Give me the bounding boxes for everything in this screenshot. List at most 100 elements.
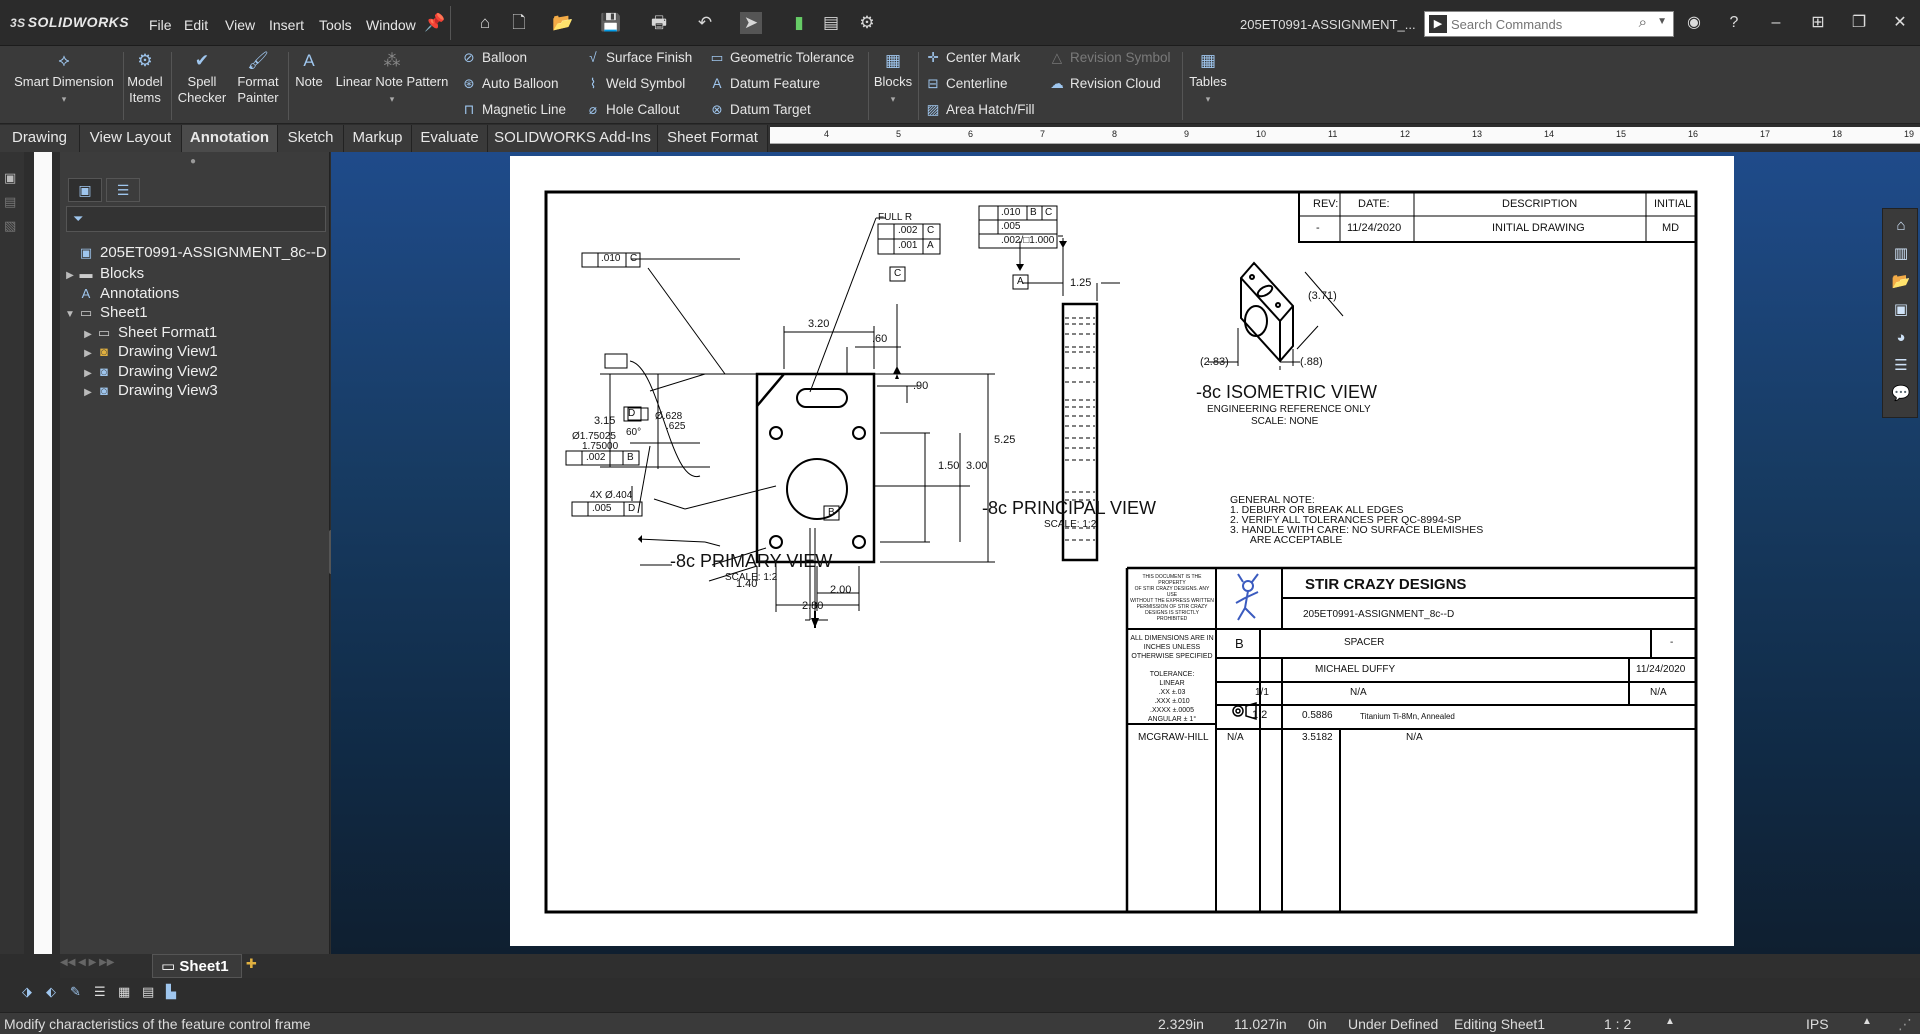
select-arrow-icon[interactable]: ➤	[740, 12, 762, 34]
search-commands-box[interactable]: ▶ ⌕ ▼	[1424, 11, 1674, 37]
dimension-text[interactable]: 3.00	[966, 460, 987, 472]
part-rev[interactable]: -	[1670, 637, 1673, 648]
format-painter-button[interactable]: 🖌 Format Painter	[232, 50, 284, 106]
dimension-text[interactable]: (3.71)	[1308, 290, 1337, 302]
checked-by[interactable]: N/A	[1350, 687, 1367, 698]
checked-date[interactable]: N/A	[1650, 687, 1667, 698]
dimension-text[interactable]: .60	[872, 333, 887, 345]
dimension-text[interactable]: 1.50	[938, 460, 959, 472]
weld-symbol-button[interactable]: ⌇ Weld Symbol	[584, 76, 686, 92]
chevron-down-icon[interactable]: ▾	[1206, 94, 1211, 104]
spell-checker-button[interactable]: ✔ Spell Checker	[174, 50, 230, 106]
surface-finish-button[interactable]: √ Surface Finish	[584, 50, 692, 65]
options-gear-icon[interactable]: ⚙	[856, 12, 878, 34]
auto-balloon-button[interactable]: ⊛ Auto Balloon	[460, 76, 558, 92]
menu-insert[interactable]: Insert	[269, 17, 304, 33]
open-folder-icon[interactable]: 📂	[552, 12, 574, 34]
dimension-text[interactable]: 60°	[626, 427, 641, 438]
blocks-button[interactable]: ▦ Blocks ▾	[870, 50, 916, 107]
collapse-arrow-icon[interactable]: ▼	[64, 304, 76, 326]
drawn-date[interactable]: 11/24/2020	[1636, 664, 1685, 675]
dimension-text[interactable]: 3.20	[808, 318, 829, 330]
fcf-value[interactable]: .002/□1.000	[1001, 235, 1054, 246]
print-icon[interactable]: 🖶	[648, 12, 670, 34]
area-hatch-fill-button[interactable]: ▨ Area Hatch/Fill	[924, 102, 1035, 118]
tab-drawing[interactable]: Drawing	[0, 125, 80, 152]
sheet-number[interactable]: 1/1	[1255, 687, 1269, 698]
datum-label[interactable]: D	[628, 408, 635, 419]
revision-cloud-button[interactable]: ☁ Revision Cloud	[1048, 76, 1161, 92]
note-button[interactable]: A Note	[290, 50, 328, 90]
hide-show-edges-icon[interactable]: ▤	[142, 984, 154, 1000]
fcf-datum[interactable]: D	[628, 503, 635, 514]
assembly[interactable]: N/A	[1227, 732, 1244, 743]
balloon-button[interactable]: ⊘ Balloon	[460, 50, 527, 66]
unit-system[interactable]: IPS	[1806, 1016, 1829, 1032]
menu-view[interactable]: View	[225, 17, 255, 33]
tab-evaluate[interactable]: Evaluate	[412, 125, 488, 152]
chevron-up-icon[interactable]: ▲	[1665, 1016, 1675, 1027]
principal-view-title[interactable]: -8c PRINCIPAL VIEW	[982, 498, 1156, 519]
fcf-datum[interactable]: A	[927, 240, 934, 251]
revision-symbol-button[interactable]: △ Revision Symbol	[1048, 50, 1171, 66]
datum-label[interactable]: B	[828, 507, 835, 518]
home-icon[interactable]: ⌂	[1887, 213, 1915, 239]
datum-label[interactable]: A	[1017, 276, 1024, 287]
dimension-text[interactable]: 5.25	[994, 434, 1015, 446]
linear-note-pattern-button[interactable]: ⁂ Linear Note Pattern ▾	[330, 50, 454, 107]
layer-icon[interactable]: ▤	[4, 194, 16, 210]
save-icon[interactable]: 💾	[600, 12, 622, 34]
dimension-text[interactable]: 1.25	[1070, 277, 1091, 289]
dimension-text[interactable]: 4X Ø.404	[590, 490, 632, 501]
center-mark-button[interactable]: ✛ Center Mark	[924, 50, 1020, 66]
feature-tree-tab-icon[interactable]: ▣	[68, 178, 102, 202]
chevron-down-icon[interactable]: ▼	[1657, 16, 1667, 27]
menu-window[interactable]: Window	[366, 17, 416, 33]
datum-feature-button[interactable]: A Datum Feature	[708, 76, 820, 91]
line-thickness-icon[interactable]: ☰	[94, 984, 106, 1000]
menu-file[interactable]: File	[149, 17, 172, 33]
custom-properties-icon[interactable]: ☰	[1887, 353, 1915, 379]
restore-icon[interactable]: ❐	[1845, 12, 1873, 34]
chart-icon[interactable]: ▙	[166, 984, 176, 1000]
traffic-light-icon[interactable]: ▮	[788, 12, 810, 34]
dimension-text[interactable]: 2.00	[830, 584, 851, 596]
fcf-value[interactable]: .005	[592, 503, 611, 514]
model-items-button[interactable]: ⚙ Model Items	[124, 50, 166, 106]
tables-button[interactable]: ▦ Tables ▾	[1186, 50, 1230, 107]
tab-sheet-format[interactable]: Sheet Format	[658, 125, 768, 152]
next-assembly[interactable]: N/A	[1406, 732, 1423, 743]
tab-sketch[interactable]: Sketch	[278, 125, 344, 152]
fcf-value[interactable]: .010	[1001, 207, 1020, 218]
chevron-up-icon[interactable]: ▲	[1862, 1016, 1872, 1027]
isometric-view-title[interactable]: -8c ISOMETRIC VIEW	[1196, 382, 1377, 403]
fcf-parallelism-value[interactable]: .002	[898, 225, 917, 236]
dimension-text[interactable]: FULL R	[878, 212, 912, 223]
dimension-text[interactable]: .90	[913, 380, 928, 392]
chevron-down-icon[interactable]: ▾	[62, 94, 67, 104]
dimension-text[interactable]: (.88)	[1300, 356, 1323, 368]
datum-label[interactable]: C	[894, 268, 901, 279]
tree-filter-icon[interactable]: ⏷	[66, 206, 326, 232]
drawn-by[interactable]: MICHAEL DUFFY	[1315, 664, 1395, 675]
datum-target-button[interactable]: ⊗ Datum Target	[708, 102, 810, 118]
help-icon[interactable]: ?	[1720, 12, 1748, 34]
primary-view-title[interactable]: -8c PRIMARY VIEW	[670, 551, 832, 572]
property-manager-tab-icon[interactable]: ☰	[106, 178, 140, 202]
menu-tools[interactable]: Tools	[319, 17, 352, 33]
edit-sheet-icon[interactable]: ▣	[4, 170, 16, 186]
close-icon[interactable]: ✕	[1886, 12, 1914, 34]
part-title[interactable]: SPACER	[1344, 637, 1384, 648]
fcf-perpendicularity-value[interactable]: .001	[898, 240, 917, 251]
line-color-icon[interactable]: ✎	[70, 984, 81, 1000]
minimize-icon[interactable]: –	[1762, 12, 1790, 34]
dimension-text[interactable]: 3.15	[594, 415, 615, 427]
tree-item-drawing-view1[interactable]: ▶ ◙ Drawing View1	[82, 341, 218, 363]
drawing-sheet[interactable]: REV: DATE: DESCRIPTION INITIAL - 11/24/2…	[510, 156, 1734, 946]
hole-callout-button[interactable]: ⌀ Hole Callout	[584, 102, 680, 118]
tab-view-layout[interactable]: View Layout	[80, 125, 182, 152]
centerline-button[interactable]: ⊟ Centerline	[924, 76, 1007, 92]
dimension-text[interactable]: .625	[666, 421, 685, 432]
dimension-text[interactable]: (2.83)	[1200, 356, 1229, 368]
title-block-scale[interactable]: 1:2	[1252, 709, 1267, 721]
